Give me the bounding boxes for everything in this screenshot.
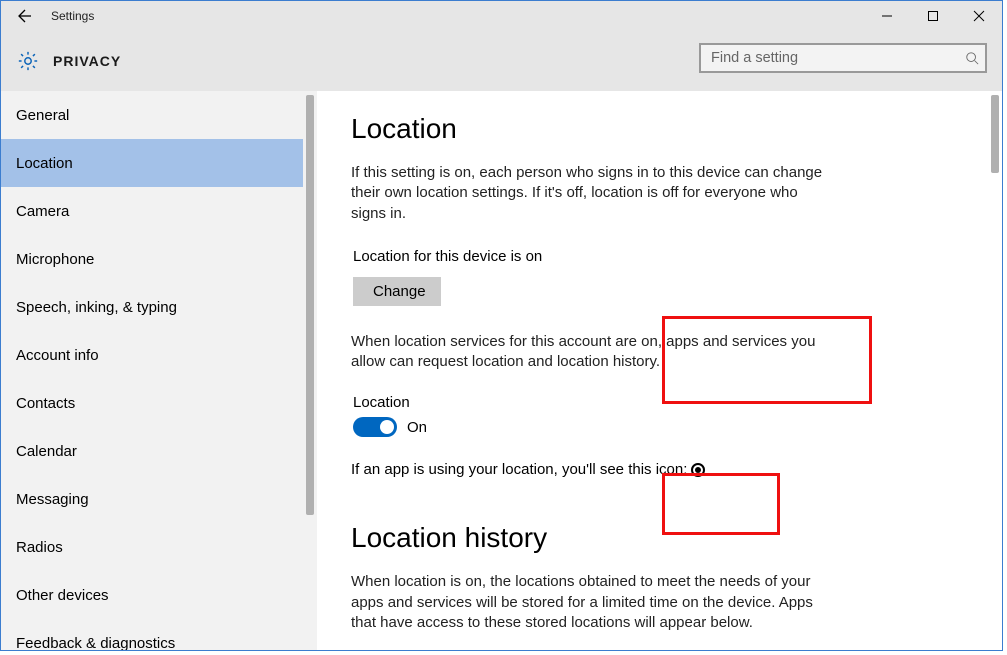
toggle-knob <box>380 420 394 434</box>
sidebar-item-camera[interactable]: Camera <box>1 187 303 235</box>
location-in-use-icon <box>691 463 705 477</box>
sidebar-item-calendar[interactable]: Calendar <box>1 427 303 475</box>
window-controls <box>864 1 1002 31</box>
content-pane: Location If this setting is on, each per… <box>317 91 1002 650</box>
sidebar-scroll-thumb[interactable] <box>306 95 314 515</box>
gear-icon <box>17 50 39 72</box>
content-scroll-thumb[interactable] <box>991 95 999 173</box>
sidebar-item-label: Account info <box>16 347 99 364</box>
toggle-track <box>353 417 397 437</box>
sidebar-item-label: Camera <box>16 203 69 220</box>
maximize-icon <box>927 10 939 22</box>
sidebar-item-speech-inking-typing[interactable]: Speech, inking, & typing <box>1 283 303 331</box>
sidebar-item-other-devices[interactable]: Other devices <box>1 571 303 619</box>
minimize-icon <box>881 10 893 22</box>
window-body: General Location Camera Microphone Speech, i… <box>1 91 1002 650</box>
section-heading: PRIVACY <box>53 53 121 69</box>
history-description: When location is on, the locations obtai… <box>351 572 829 633</box>
sidebar-item-general[interactable]: General <box>1 91 303 139</box>
sidebar-item-feedback-diagnostics[interactable]: Feedback & diagnostics <box>1 619 303 650</box>
history-heading: Location history <box>351 522 988 554</box>
device-location-status: Location for this device is on <box>353 248 542 265</box>
sidebar-item-label: Microphone <box>16 251 94 268</box>
sidebar-item-account-info[interactable]: Account info <box>1 331 303 379</box>
location-icon-text: If an app is using your location, you'll… <box>351 461 687 478</box>
search-icon <box>965 51 979 65</box>
minimize-button[interactable] <box>864 1 910 31</box>
sidebar-item-label: Feedback & diagnostics <box>16 635 175 651</box>
sidebar-item-label: Calendar <box>16 443 77 460</box>
settings-window: Settings PRIVACY GeneralL <box>0 0 1003 651</box>
location-description-2: When location services for this account … <box>351 332 829 373</box>
sidebar-item-label: Speech, inking, & typing <box>16 299 177 316</box>
sidebar-item-messaging[interactable]: Messaging <box>1 475 303 523</box>
sidebar-item-contacts[interactable]: Contacts <box>1 379 303 427</box>
sidebar-scrollbar[interactable] <box>303 91 317 650</box>
location-toggle[interactable]: On <box>353 417 471 437</box>
change-button[interactable]: Change <box>353 277 441 306</box>
content-scrollbar[interactable] <box>988 91 1002 650</box>
header-bar: PRIVACY <box>1 31 1002 91</box>
location-toggle-label: Location <box>353 394 471 411</box>
title-bar: Settings <box>1 1 1002 31</box>
sidebar-item-label: Messaging <box>16 491 89 508</box>
sidebar-item-label: Radios <box>16 539 63 556</box>
sidebar-item-label: Location <box>16 155 73 172</box>
location-description-1: If this setting is on, each person who s… <box>351 163 829 224</box>
sidebar-item-label: Other devices <box>16 587 109 604</box>
window-title: Settings <box>51 9 94 23</box>
maximize-button[interactable] <box>910 1 956 31</box>
sidebar-item-radios[interactable]: Radios <box>1 523 303 571</box>
back-button[interactable] <box>1 1 45 31</box>
sidebar-item-microphone[interactable]: Microphone <box>1 235 303 283</box>
sidebar-item-location[interactable]: Location <box>1 139 303 187</box>
search-box[interactable] <box>699 43 987 73</box>
toggle-state: On <box>407 419 427 436</box>
sidebar-item-label: General <box>16 107 69 124</box>
page-title: Location <box>351 113 988 145</box>
search-input[interactable] <box>709 49 961 67</box>
sidebar: General Location Camera Microphone Speech, i… <box>1 91 317 650</box>
close-icon <box>973 10 985 22</box>
close-button[interactable] <box>956 1 1002 31</box>
sidebar-item-label: Contacts <box>16 395 75 412</box>
back-arrow-icon <box>15 8 31 24</box>
